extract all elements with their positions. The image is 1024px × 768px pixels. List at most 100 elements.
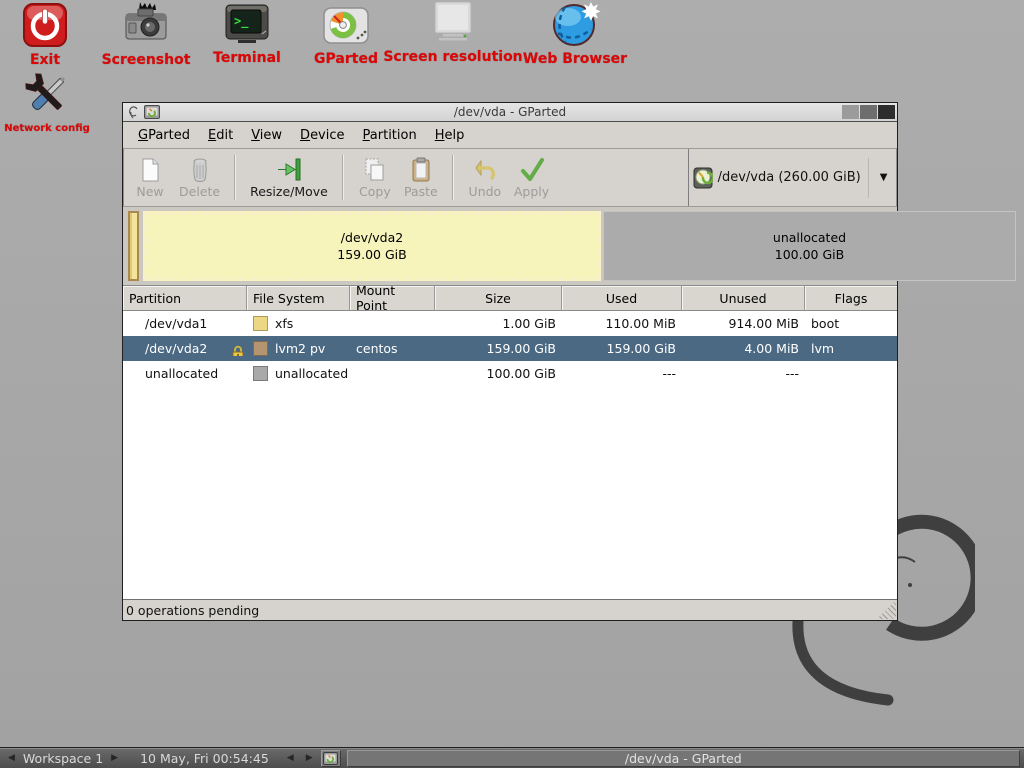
cell-partition: /dev/vda1	[123, 316, 247, 331]
menu-edit[interactable]: Edit	[199, 125, 242, 146]
desktop-icon-label: Network config	[4, 123, 90, 134]
desktop-icon-screenshot[interactable]: Screenshot	[98, 1, 194, 68]
partition-block-size: 159.00 GiB	[337, 246, 406, 263]
menu-partition[interactable]: Partition	[354, 125, 426, 146]
close-button[interactable]	[878, 105, 895, 119]
column-header-unused[interactable]: Unused	[682, 286, 805, 311]
globe-icon	[549, 0, 601, 48]
tools-icon	[21, 70, 73, 120]
gparted-task-icon	[323, 752, 338, 765]
table-header-row: Partition File System Mount Point Size U…	[123, 286, 897, 311]
column-header-used[interactable]: Used	[562, 286, 682, 311]
taskbar-window-button[interactable]: /dev/vda - GParted	[347, 750, 1020, 767]
undo-button[interactable]: Undo	[462, 154, 508, 201]
column-header-mountpoint[interactable]: Mount Point	[350, 286, 435, 311]
toolbar-separator	[342, 155, 344, 200]
power-icon	[21, 3, 69, 49]
task-icon-button[interactable]	[321, 750, 341, 767]
partition-block-name: unallocated	[773, 229, 846, 246]
partition-block-unallocated[interactable]: unallocated 100.00 GiB	[603, 211, 1016, 281]
desktop-icon-web-browser[interactable]: Web Browser	[508, 0, 642, 67]
desktop-icon-terminal[interactable]: >_ Terminal	[203, 3, 291, 66]
partition-block-name: /dev/vda2	[341, 229, 403, 246]
cell-filesystem: lvm2 pv	[247, 341, 350, 356]
device-selector[interactable]: /dev/vda (260.00 GiB) ▼	[688, 149, 897, 206]
gparted-window: /dev/vda - GParted GParted Edit View Dev…	[122, 102, 898, 621]
disk-pie-icon	[321, 3, 371, 48]
desktop-icon-label: Web Browser	[523, 51, 627, 67]
desktop-icon-label: Terminal	[213, 50, 281, 66]
copy-button[interactable]: Copy	[352, 154, 398, 201]
toolbar: New Delete Resize/Move	[123, 148, 897, 206]
table-row-vda1[interactable]: /dev/vda1 xfs 1.00 GiB 110.00 MiB 914.00…	[123, 311, 897, 336]
filesystem-color-swatch	[253, 366, 268, 381]
minimize-button[interactable]	[842, 105, 859, 119]
column-header-filesystem[interactable]: File System	[247, 286, 350, 311]
gparted-app-icon	[144, 105, 160, 120]
clock: 10 May, Fri 00:54:45	[140, 751, 269, 766]
desktop-icon-label: Exit	[30, 52, 60, 68]
desktop-icon-exit[interactable]: Exit	[12, 3, 78, 68]
partition-block-size: 100.00 GiB	[775, 246, 844, 263]
desktop-icon-label: GParted	[314, 51, 378, 67]
partition-block-vda1[interactable]	[128, 211, 139, 281]
copy-icon	[362, 157, 388, 183]
cell-size: 159.00 GiB	[435, 341, 562, 356]
desktop-icon-network-config[interactable]: Network config	[0, 70, 94, 134]
menu-view[interactable]: View	[242, 125, 291, 146]
partition-block-vda2[interactable]: /dev/vda2 159.00 GiB	[143, 211, 601, 281]
tasklist-prev-arrow[interactable]: ◀	[283, 753, 298, 763]
cell-partition: unallocated	[123, 366, 247, 381]
cell-unused: ---	[682, 366, 805, 381]
menubar: GParted Edit View Device Partition Help	[123, 122, 897, 148]
lock-icon	[231, 345, 245, 356]
cell-size: 1.00 GiB	[435, 316, 562, 331]
menu-gparted[interactable]: GParted	[129, 125, 199, 146]
undo-icon	[473, 157, 497, 183]
partition-table: Partition File System Mount Point Size U…	[123, 286, 897, 386]
new-partition-icon	[138, 157, 162, 183]
cell-flags: boot	[805, 316, 897, 331]
workspace-prev-arrow[interactable]: ◀	[4, 753, 19, 763]
window-title: /dev/vda - GParted	[123, 105, 897, 119]
cell-used: ---	[562, 366, 682, 381]
menu-help[interactable]: Help	[426, 125, 474, 146]
column-header-size[interactable]: Size	[435, 286, 562, 311]
chevron-down-icon[interactable]: ▼	[874, 172, 894, 183]
cell-unused: 914.00 MiB	[682, 316, 805, 331]
new-button[interactable]: New	[127, 154, 173, 201]
desktop-icon-screen-resolution[interactable]: Screen resolution	[378, 0, 528, 65]
delete-button[interactable]: Delete	[173, 154, 226, 201]
workspace-next-arrow[interactable]: ▶	[107, 753, 122, 763]
paste-button[interactable]: Paste	[398, 154, 444, 201]
titlebar[interactable]: /dev/vda - GParted	[123, 103, 897, 122]
toolbar-separator	[452, 155, 454, 200]
resize-grip[interactable]	[877, 600, 896, 619]
cell-filesystem: xfs	[247, 316, 350, 331]
cell-flags: lvm	[805, 341, 897, 356]
cell-used: 110.00 MiB	[562, 316, 682, 331]
paste-icon	[409, 157, 433, 183]
table-row-vda2[interactable]: /dev/vda2 lvm2 pv centos 159.00 GiB 159.…	[123, 336, 897, 361]
device-drive-icon	[693, 167, 713, 189]
tasklist-next-arrow[interactable]: ▶	[302, 753, 317, 763]
device-selector-value: /dev/vda (260.00 GiB)	[718, 170, 861, 185]
crt-terminal-icon: >_	[222, 3, 272, 47]
resize-move-icon	[275, 157, 303, 183]
statusbar: 0 operations pending	[123, 599, 897, 620]
apply-button[interactable]: Apply	[508, 154, 555, 201]
cell-unused: 4.00 MiB	[682, 341, 805, 356]
table-empty-area	[123, 386, 897, 599]
apply-checkmark-icon	[519, 157, 545, 183]
resize-move-button[interactable]: Resize/Move	[244, 154, 334, 201]
menu-device[interactable]: Device	[291, 125, 353, 146]
cell-size: 100.00 GiB	[435, 366, 562, 381]
table-row-unallocated[interactable]: unallocated unallocated 100.00 GiB --- -…	[123, 361, 897, 386]
combo-divider	[868, 158, 869, 198]
column-header-partition[interactable]: Partition	[123, 286, 247, 311]
maximize-button[interactable]	[860, 105, 877, 119]
cell-used: 159.00 GiB	[562, 341, 682, 356]
taskbar-window-title: /dev/vda - GParted	[625, 751, 742, 766]
desktop-icon-label: Screenshot	[102, 52, 191, 68]
column-header-flags[interactable]: Flags	[805, 286, 897, 311]
